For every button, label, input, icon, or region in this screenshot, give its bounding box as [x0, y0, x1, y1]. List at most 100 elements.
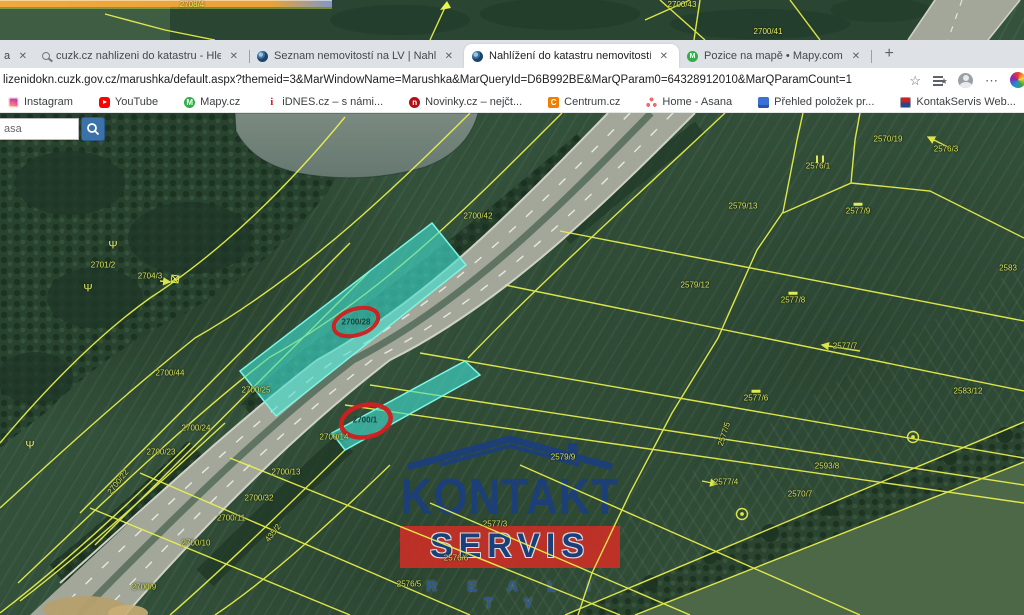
- parcel-label: 2576/3: [934, 145, 958, 154]
- parcel-label: 2577/4: [714, 478, 738, 487]
- map-strip-graphics: [0, 0, 1024, 40]
- tab-label: a R: [4, 50, 10, 62]
- bookmark-7[interactable]: Přehled položek pr...: [758, 96, 874, 108]
- parcel-label: 2577/6: [744, 394, 768, 403]
- parcel-label: 2700/23: [147, 448, 176, 457]
- parcel-label: 2570/7: [788, 490, 812, 499]
- meadow-dash-symbol-icon: [789, 292, 798, 295]
- profile-avatar-icon[interactable]: [958, 73, 973, 88]
- parcel-label: 2577/7: [833, 342, 857, 351]
- parcel-label: 2700/32: [245, 494, 274, 503]
- tab-close-icon[interactable]: ✕: [227, 50, 241, 63]
- parcel-label: 2700/14: [320, 433, 349, 442]
- parcel-label: 2700/42: [464, 212, 493, 221]
- tabs-container: a R✕cuzk.cz nahlizeni do katastru - Hle.…: [0, 40, 871, 68]
- bookmarks-bar: Instagram YouTube MMapy.cz iiDNES.cz – s ná…: [0, 92, 1024, 113]
- parcel-label: 2700/44: [156, 369, 185, 378]
- tab-close-icon[interactable]: ✕: [657, 50, 671, 63]
- tab-0[interactable]: a R ✕: [0, 44, 34, 68]
- prehled-bookmark-icon: [758, 97, 769, 108]
- kontakservis-bookmark-icon: [900, 97, 911, 108]
- tab-label: cuzk.cz nahlizeni do katastru - Hle...: [56, 50, 221, 62]
- address-bar-icons: ☆ ⋯: [909, 72, 1024, 88]
- bookmark-label: Instagram: [24, 96, 73, 108]
- bookmark-4[interactable]: n Novinky.cz – nejčt...: [409, 96, 522, 108]
- tree-symbol-icon: Ψ: [25, 441, 34, 452]
- screen: 2708/42700/432700/41 a R✕cuzk.cz nahlize…: [0, 0, 1024, 615]
- parcel-label: 2700/11: [217, 514, 245, 523]
- favorite-star-icon[interactable]: ☆: [909, 74, 921, 87]
- search-button[interactable]: [81, 117, 105, 141]
- parcel-label: 2700/41: [754, 27, 783, 36]
- double-bar-symbol-icon: [816, 156, 824, 163]
- parcel-label: 2583/12: [954, 387, 983, 396]
- bookmark-3[interactable]: iiDNES.cz – s námi...: [266, 96, 383, 108]
- novinky-bookmark-icon: n: [409, 97, 420, 108]
- mapy-bookmark-icon: M: [184, 97, 195, 108]
- parcel-label: 2579/9: [551, 453, 575, 462]
- bookmark-8[interactable]: KontakServis Web...: [900, 96, 1015, 108]
- parcel-label: 2579/12: [681, 281, 710, 290]
- bookmark-5[interactable]: CCentrum.cz: [548, 96, 620, 108]
- cuzk-favicon-icon: [257, 51, 268, 62]
- collections-icon[interactable]: [933, 74, 946, 86]
- parcel-label: 2570/19: [874, 135, 903, 144]
- bookmark-label: Novinky.cz – nejčt...: [425, 96, 522, 108]
- parcel-label: 2583: [999, 264, 1017, 273]
- tab-label: Nahlížení do katastru nemovitostí: [489, 50, 651, 62]
- parcel-label: 2700/25: [242, 386, 271, 395]
- parcel-label: 2577/9: [846, 207, 870, 216]
- tab-close-icon[interactable]: ✕: [16, 50, 30, 63]
- parcel-label: 2708/4: [180, 0, 204, 9]
- mapy-favicon-icon: M: [687, 51, 698, 62]
- youtube-bookmark-icon: [99, 97, 110, 108]
- map-canvas[interactable]: KONTAKT SERVIS R E A L I T Y: [0, 113, 1024, 615]
- bookmark-2[interactable]: MMapy.cz: [184, 96, 240, 108]
- tab-close-icon[interactable]: ✕: [849, 50, 863, 63]
- meadow-dash-symbol-icon: [854, 203, 863, 206]
- bookmark-label: Přehled položek pr...: [774, 96, 874, 108]
- tab-close-icon[interactable]: ✕: [442, 50, 456, 63]
- parcel-label: 2593/8: [815, 462, 839, 471]
- browser-logo-icon[interactable]: [1010, 72, 1024, 88]
- parcel-label: 2700/9: [132, 583, 156, 592]
- tree-symbol-icon: Ψ: [83, 284, 92, 295]
- tab-1[interactable]: cuzk.cz nahlizeni do katastru - Hle... ✕: [34, 44, 249, 68]
- more-menu-icon[interactable]: ⋯: [985, 74, 998, 87]
- asana-bookmark-icon: [646, 97, 657, 108]
- bookmark-label: Centrum.cz: [564, 96, 620, 108]
- url-input[interactable]: lizenidokn.cuzk.gov.cz/marushka/default.…: [0, 74, 909, 86]
- circled-parcel-label: 2700/28: [342, 318, 371, 327]
- map-search: [0, 117, 105, 141]
- building-symbol-icon: [170, 274, 179, 283]
- tree-symbol-icon: Ψ: [108, 241, 117, 252]
- parcel-label: 2577/8: [781, 296, 805, 305]
- tab-4[interactable]: M Pozice na mapě • Mapy.com ✕: [679, 44, 871, 68]
- address-bar-row: lizenidokn.cuzk.gov.cz/marushka/default.…: [0, 68, 1024, 92]
- parcel-label: 2700/43: [668, 0, 697, 9]
- bookmark-1[interactable]: YouTube: [99, 96, 158, 108]
- tab-label: Pozice na mapě • Mapy.com: [704, 50, 843, 62]
- parcel-label: 2701/2: [91, 261, 115, 270]
- parcel-label: 2579/13: [729, 202, 758, 211]
- parcel-label: 2577/3: [483, 520, 507, 529]
- new-tab-button[interactable]: +: [877, 42, 901, 66]
- tab-2[interactable]: Seznam nemovitostí na LV | Nahlíž...✕: [249, 44, 464, 68]
- instagram-bookmark-icon: [8, 97, 19, 108]
- parcel-label: 2576/5: [397, 580, 421, 589]
- parcel-label: 2704/3: [138, 272, 162, 281]
- cuzk-favicon-icon: [472, 51, 483, 62]
- parcel-label: 2700/10: [182, 539, 211, 548]
- motorway-overlay-band: [0, 0, 332, 8]
- parcel-label: 2700/24: [182, 424, 211, 433]
- browser-tab-bar: a R✕cuzk.cz nahlizeni do katastru - Hle.…: [0, 40, 1024, 68]
- bookmark-6[interactable]: Home - Asana: [646, 96, 732, 108]
- search-favicon-icon: [42, 52, 50, 60]
- parcel-label: 2576/1: [806, 162, 830, 171]
- bookmark-0[interactable]: Instagram: [8, 96, 73, 108]
- bookmark-label: Home - Asana: [662, 96, 732, 108]
- map-strip-top[interactable]: 2708/4 2700/43 2700/41: [0, 0, 1024, 40]
- search-input[interactable]: [0, 118, 79, 140]
- bookmark-label: YouTube: [115, 96, 158, 108]
- tab-3[interactable]: Nahlížení do katastru nemovitostí ✕: [464, 44, 679, 68]
